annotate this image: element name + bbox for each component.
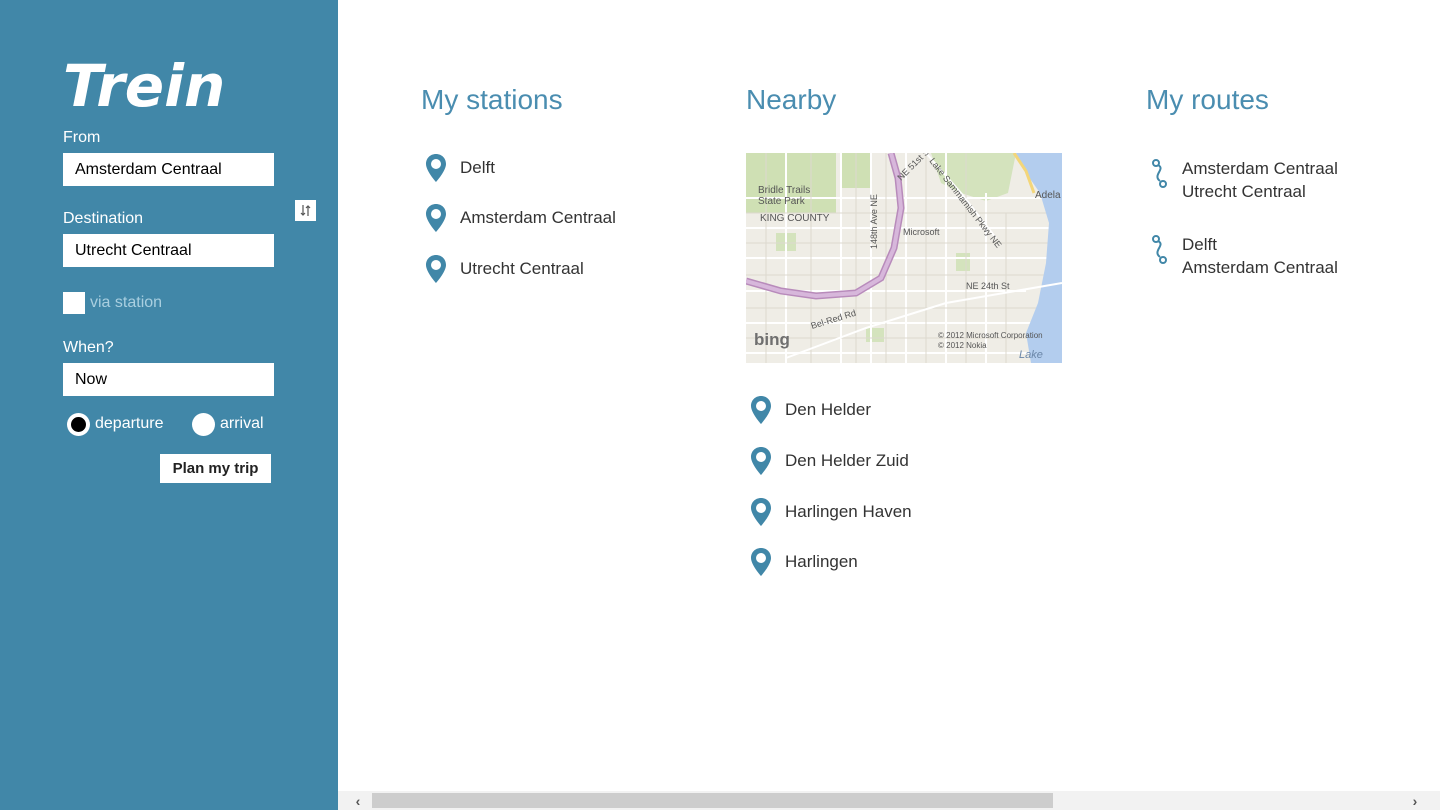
station-label: Delft (460, 158, 495, 177)
route-icon (1152, 235, 1167, 264)
from-label: From (63, 129, 101, 146)
map-label: State Park (758, 196, 806, 207)
horizontal-scrollbar[interactable]: ‹ › (338, 791, 1440, 810)
map-label: Bridle Trails (758, 185, 810, 196)
map-canvas: Bridle Trails State Park KING COUNTY 148… (746, 153, 1062, 363)
map-label: Adela (1035, 190, 1061, 201)
destination-input[interactable] (63, 234, 274, 267)
station-label: Den Helder (785, 400, 871, 419)
nearby-map[interactable]: Bridle Trails State Park KING COUNTY 148… (746, 153, 1062, 363)
chevron-right-icon: › (1412, 792, 1418, 809)
nearby-title: Nearby (746, 84, 837, 115)
station-item-utrecht-centraal[interactable]: Utrecht Centraal (425, 254, 584, 284)
my-stations-title: My stations (421, 84, 563, 115)
route-from: Amsterdam Centraal (1182, 159, 1338, 178)
station-item-amsterdam-centraal[interactable]: Amsterdam Centraal (425, 203, 616, 233)
location-pin-icon (426, 204, 446, 232)
when-label: When? (63, 339, 114, 356)
location-pin-icon (751, 447, 771, 475)
station-label: Harlingen (785, 552, 858, 571)
chevron-left-icon: ‹ (355, 792, 361, 809)
app-title: Trein (63, 52, 226, 120)
swap-vertical-icon (300, 205, 311, 216)
route-from: Delft (1182, 235, 1217, 254)
arrival-radio[interactable] (192, 413, 215, 436)
nearby-item-den-helder-zuid[interactable]: Den Helder Zuid (750, 446, 909, 476)
departure-label: departure (95, 415, 164, 432)
location-pin-icon (426, 154, 446, 182)
nearby-item-harlingen[interactable]: Harlingen (750, 547, 858, 577)
location-pin-icon (426, 255, 446, 283)
trip-planner-panel: Trein From Destination via station When?… (0, 0, 338, 810)
destination-label: Destination (63, 210, 144, 227)
departure-radio[interactable] (67, 413, 90, 436)
map-label: KING COUNTY (760, 213, 830, 224)
scrollbar-thumb[interactable] (372, 793, 1053, 808)
location-pin-icon (751, 396, 771, 424)
scroll-left-button[interactable]: ‹ (343, 791, 373, 810)
route-item-delft-amsterdam[interactable]: Delft Amsterdam Centraal (1148, 233, 1338, 279)
station-item-delft[interactable]: Delft (425, 153, 495, 183)
location-pin-icon (751, 498, 771, 526)
map-label: Lake (1019, 349, 1043, 361)
via-station-label: via station (90, 294, 163, 311)
station-label: Amsterdam Centraal (460, 208, 616, 227)
arrival-label: arrival (220, 415, 264, 432)
route-to: Amsterdam Centraal (1182, 258, 1338, 277)
map-label: NE 24th St (966, 281, 1010, 291)
map-copyright: © 2012 Microsoft Corporation (938, 331, 1043, 340)
map-label: 148th Ave NE (869, 194, 879, 249)
nearby-item-den-helder[interactable]: Den Helder (750, 395, 871, 425)
route-to: Utrecht Centraal (1182, 182, 1306, 201)
when-input[interactable] (63, 363, 274, 396)
from-input[interactable] (63, 153, 274, 186)
scroll-right-button[interactable]: › (1400, 791, 1430, 810)
my-routes-title: My routes (1146, 84, 1269, 115)
map-copyright: © 2012 Nokia (938, 341, 987, 350)
via-station-checkbox[interactable] (63, 292, 85, 314)
plan-trip-button[interactable]: Plan my trip (160, 454, 271, 483)
station-label: Utrecht Centraal (460, 259, 584, 278)
bing-logo: bing (754, 330, 790, 349)
swap-stations-button[interactable] (295, 200, 316, 221)
station-label: Den Helder Zuid (785, 451, 909, 470)
location-pin-icon (751, 548, 771, 576)
route-icon (1152, 159, 1167, 188)
route-item-amsterdam-utrecht[interactable]: Amsterdam Centraal Utrecht Centraal (1148, 157, 1338, 203)
nearby-item-harlingen-haven[interactable]: Harlingen Haven (750, 497, 912, 527)
station-label: Harlingen Haven (785, 502, 912, 521)
map-label: Microsoft (903, 227, 940, 237)
